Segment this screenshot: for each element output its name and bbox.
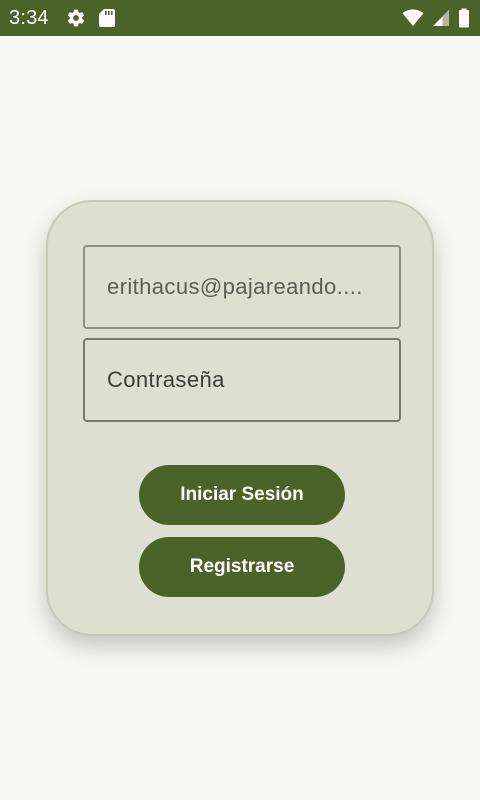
status-time: 3:34 bbox=[9, 6, 49, 29]
password-field[interactable]: Contraseña bbox=[83, 338, 401, 422]
wifi-icon bbox=[402, 9, 424, 27]
status-system-icons bbox=[402, 8, 470, 28]
battery-icon bbox=[458, 8, 470, 28]
email-field-value: erithacus@pajareando.... bbox=[107, 274, 363, 299]
register-button[interactable]: Registrarse bbox=[139, 537, 345, 597]
login-card: erithacus@pajareando.... Contraseña Inic… bbox=[46, 200, 434, 636]
login-button[interactable]: Iniciar Sesión bbox=[139, 465, 345, 525]
email-field[interactable]: erithacus@pajareando.... bbox=[83, 245, 401, 329]
cell-signal-icon bbox=[432, 9, 450, 27]
status-bar: 3:34 bbox=[0, 0, 480, 36]
sd-card-icon bbox=[98, 8, 116, 28]
password-field-placeholder: Contraseña bbox=[107, 367, 225, 392]
status-notification-icons bbox=[66, 8, 116, 28]
gear-icon bbox=[66, 8, 86, 28]
